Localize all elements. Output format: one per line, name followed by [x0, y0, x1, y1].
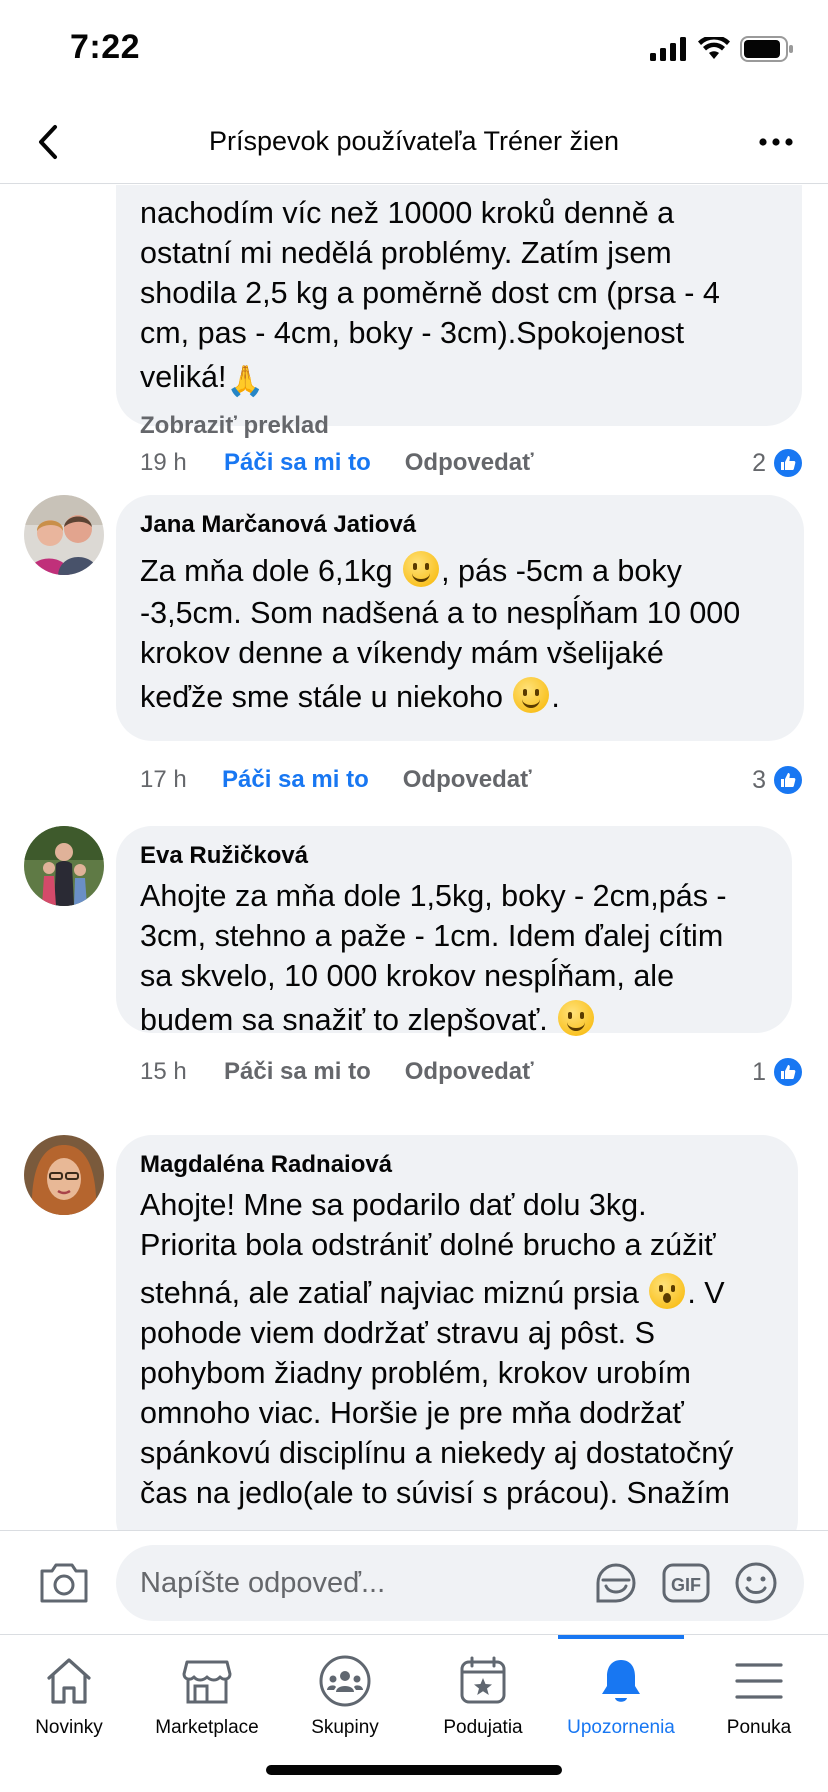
pray-emoji-icon: 🙏: [226, 365, 264, 398]
comment-bubble[interactable]: Jana Marčanová Jatiová Za mňa dole 6,1kg…: [116, 495, 804, 741]
comment-text: Ahojte za mňa dole 1,5kg, boky - 2cm,pás…: [140, 879, 727, 1037]
status-bar: 7:22: [0, 0, 828, 100]
comment-author[interactable]: Magdaléna Radnaiová: [140, 1151, 774, 1179]
reaction-count[interactable]: 1: [752, 1052, 804, 1092]
avatar[interactable]: [24, 495, 104, 575]
post-header: Príspevok používateľa Tréner žien: [0, 100, 828, 184]
events-icon: [455, 1653, 511, 1709]
translate-link[interactable]: Zobraziť preklad: [140, 412, 778, 440]
camera-icon: [40, 1563, 88, 1603]
reaction-count[interactable]: 3: [752, 760, 804, 800]
comment-text: Ahojte! Mne sa podarilo dať dolu 3kg. Pr…: [140, 1188, 734, 1510]
smile-emoji-icon: [558, 1000, 595, 1036]
status-time: 7:22: [70, 28, 141, 66]
gif-button[interactable]: GIF: [662, 1559, 710, 1607]
more-options-button[interactable]: [754, 122, 798, 162]
comment-time: 17 h: [140, 766, 187, 793]
comment-author[interactable]: Eva Ružičková: [140, 842, 768, 870]
emoji-button[interactable]: [732, 1559, 780, 1607]
comment-author[interactable]: Jana Marčanová Jatiová: [140, 511, 780, 539]
groups-icon: [317, 1653, 373, 1709]
nav-item-ponuka[interactable]: Ponuka: [690, 1635, 828, 1745]
comment-text: Za mňa dole 6,1kg , pás -5cm a boky -3,5…: [140, 551, 780, 717]
comment-text: nachodím víc než 10000 kroků denně a ost…: [140, 193, 778, 402]
reply-input[interactable]: Napíšte odpoveď... GIF: [116, 1545, 804, 1621]
reply-button[interactable]: Odpovedať: [405, 1058, 534, 1086]
avatar[interactable]: [24, 1135, 104, 1215]
reaction-count[interactable]: 2: [752, 443, 804, 483]
smiley-icon: [735, 1562, 777, 1604]
thumbs-up-icon: [772, 764, 804, 796]
composer-icons: GIF: [592, 1559, 780, 1607]
reply-button[interactable]: Odpovedať: [405, 449, 534, 477]
comment-actions: 19 h Páči sa mi to Odpovedať: [140, 443, 534, 483]
like-button[interactable]: Páči sa mi to: [222, 766, 369, 794]
signal-icon: [650, 37, 686, 61]
comment-bubble[interactable]: Magdaléna Radnaiová Ahojte! Mne sa podar…: [116, 1135, 798, 1530]
reply-composer: Napíšte odpoveď... GIF: [0, 1530, 828, 1634]
smile-emoji-icon: [513, 677, 550, 713]
thumbs-up-icon: [772, 447, 804, 479]
comment-time: 15 h: [140, 1058, 187, 1085]
status-icons: [650, 36, 794, 62]
comment-bubble[interactable]: nachodím víc než 10000 kroků denně a ost…: [116, 185, 802, 439]
comment-bubble[interactable]: Eva Ružičková Ahojte za mňa dole 1,5kg, …: [116, 826, 792, 1037]
like-button[interactable]: Páči sa mi to: [224, 449, 371, 477]
comments-feed[interactable]: nachodím víc než 10000 kroků denně a ost…: [0, 185, 828, 1530]
nav-label: Ponuka: [726, 1717, 792, 1738]
gif-icon: GIF: [662, 1563, 710, 1603]
comment-time: 19 h: [140, 449, 187, 476]
svg-text:GIF: GIF: [671, 1575, 701, 1595]
nav-label: Marketplace: [155, 1717, 259, 1738]
more-dots-icon: [759, 138, 793, 146]
nav-label: Podujatia: [443, 1717, 523, 1738]
page-title: Príspevok používateľa Tréner žien: [208, 126, 620, 156]
bell-icon: [593, 1653, 649, 1709]
camera-button[interactable]: [38, 1561, 90, 1605]
sticker-button[interactable]: [592, 1559, 640, 1607]
nav-label: Novinky: [35, 1717, 103, 1738]
nav-item-podujatia[interactable]: Podujatia: [414, 1635, 552, 1745]
nav-item-marketplace[interactable]: Marketplace: [138, 1635, 276, 1745]
comment-actions: 17 h Páči sa mi to Odpovedať: [140, 760, 532, 800]
like-button[interactable]: Páči sa mi to: [224, 1058, 371, 1086]
battery-icon: [740, 36, 793, 62]
wifi-icon: [698, 37, 730, 59]
reply-placeholder: Napíšte odpoveď...: [140, 1567, 386, 1599]
nav-item-novinky[interactable]: Novinky: [0, 1635, 138, 1745]
menu-icon: [731, 1653, 787, 1709]
nav-label: Skupiny: [311, 1717, 379, 1738]
smile-emoji-icon: [403, 551, 440, 587]
thumbs-up-icon: [772, 1056, 804, 1088]
reply-button[interactable]: Odpovedať: [403, 766, 532, 794]
surprised-emoji-icon: [649, 1273, 686, 1309]
nav-item-skupiny[interactable]: Skupiny: [276, 1635, 414, 1745]
home-indicator: [266, 1765, 562, 1775]
sticker-icon: [596, 1563, 636, 1603]
nav-item-upozornenia[interactable]: Upozornenia: [552, 1635, 690, 1745]
comment-actions: 15 h Páči sa mi to Odpovedať: [140, 1052, 534, 1092]
bottom-navigation: Novinky Marketplace Skupiny Podujatia Up…: [0, 1634, 828, 1792]
nav-label: Upozornenia: [567, 1717, 675, 1738]
marketplace-icon: [179, 1653, 235, 1709]
avatar[interactable]: [24, 826, 104, 906]
home-icon: [41, 1653, 97, 1709]
